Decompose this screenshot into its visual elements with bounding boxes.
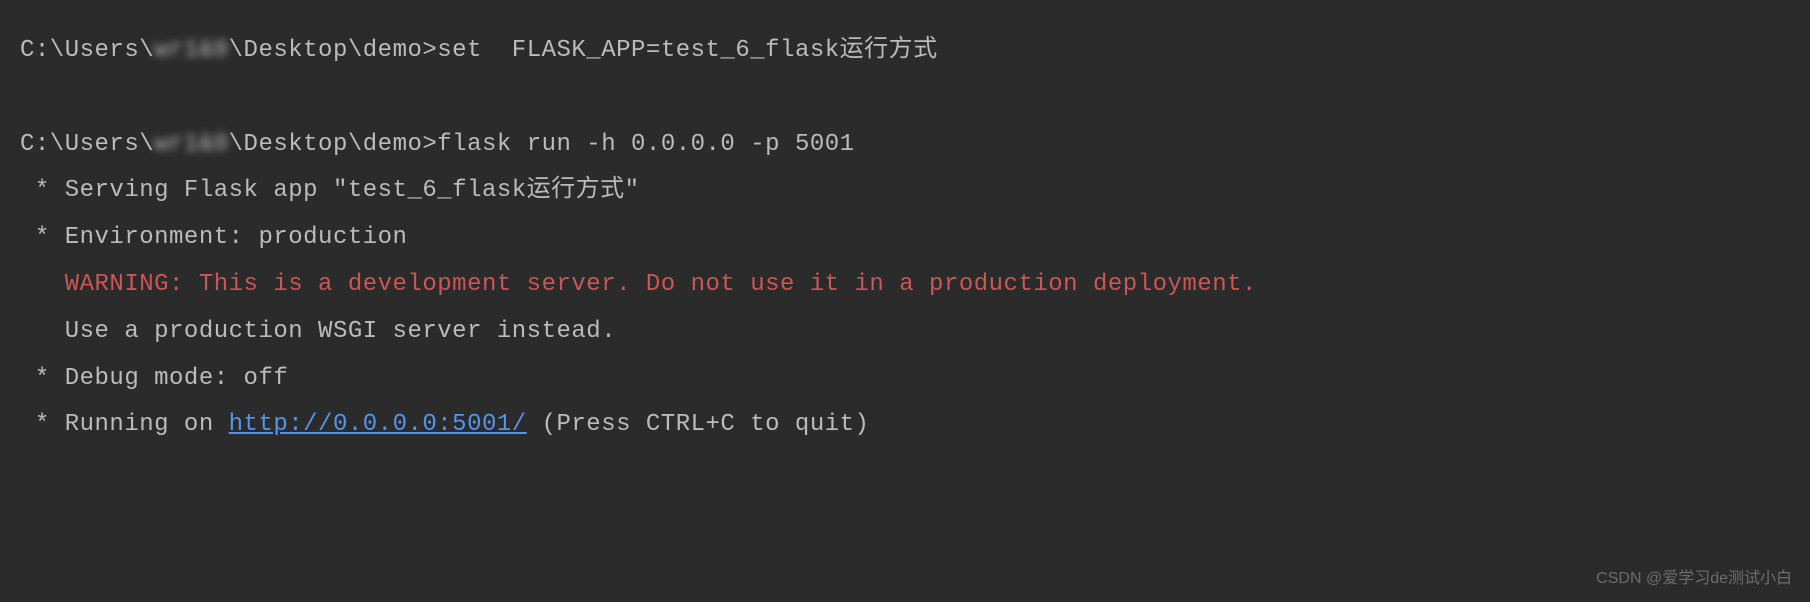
prompt-prefix: C:\Users\ xyxy=(20,131,154,158)
running-suffix: (Press CTRL+C to quit) xyxy=(527,411,870,438)
output-debug: * Debug mode: off xyxy=(20,356,1790,403)
command-text: flask run -h 0.0.0.0 -p 5001 xyxy=(437,131,854,158)
output-environment: * Environment: production xyxy=(20,215,1790,262)
output-warning: WARNING: This is a development server. D… xyxy=(20,262,1790,309)
command-text: set FLASK_APP=test_6_flask运行方式 xyxy=(437,37,937,64)
server-url-link[interactable]: http://0.0.0.0:5001/ xyxy=(229,411,527,438)
username-blurred: wr1&0 xyxy=(154,28,229,75)
username-blurred: wr1&0 xyxy=(154,122,229,169)
output-wsgi: Use a production WSGI server instead. xyxy=(20,309,1790,356)
blank-line xyxy=(20,75,1790,122)
prompt-suffix: \Desktop\demo> xyxy=(229,131,438,158)
output-serving: * Serving Flask app "test_6_flask运行方式" xyxy=(20,168,1790,215)
terminal-line-2: C:\Users\wr1&0\Desktop\demo>flask run -h… xyxy=(20,122,1790,169)
watermark-text: CSDN @爱学习de测试小白 xyxy=(1596,563,1792,594)
prompt-suffix: \Desktop\demo> xyxy=(229,37,438,64)
running-prefix: * Running on xyxy=(20,411,229,438)
terminal-line-1: C:\Users\wr1&0\Desktop\demo>set FLASK_AP… xyxy=(20,28,1790,75)
prompt-prefix: C:\Users\ xyxy=(20,37,154,64)
output-running: * Running on http://0.0.0.0:5001/ (Press… xyxy=(20,402,1790,449)
